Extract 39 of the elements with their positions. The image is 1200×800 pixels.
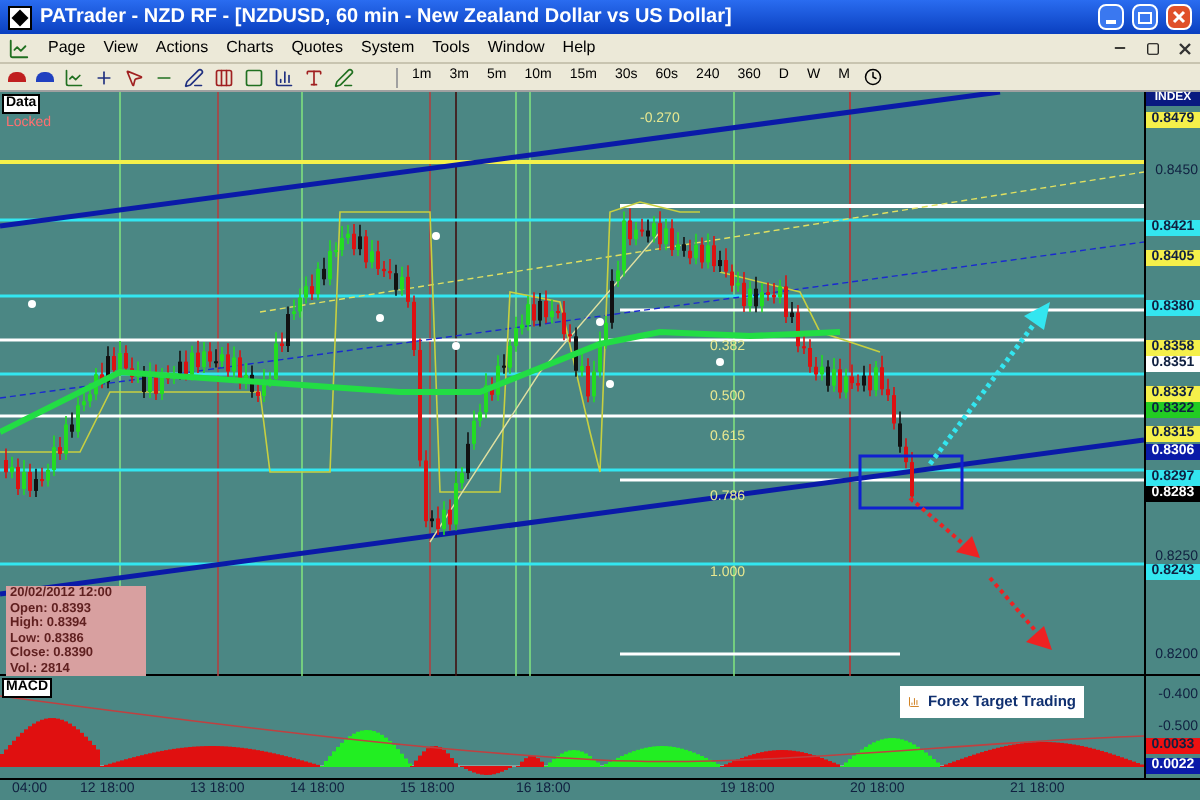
maximize-button[interactable]	[1132, 4, 1158, 30]
brush-icon[interactable]	[334, 67, 354, 87]
cursor-icon[interactable]	[124, 67, 144, 87]
menu-item[interactable]: Charts	[226, 36, 274, 60]
columns-icon[interactable]	[214, 67, 234, 87]
chart-icon	[8, 37, 30, 59]
menu-item[interactable]: Actions	[155, 36, 209, 60]
minimize-button[interactable]	[1098, 4, 1124, 30]
menu-item[interactable]: Window	[487, 36, 545, 60]
window-title: PATrader - NZD RF - [NZDUSD, 60 min - New Zealand Dollar vs US Dollar]	[40, 4, 734, 32]
pivot-dot	[28, 300, 36, 308]
restore-icon[interactable]	[1146, 41, 1160, 55]
text-icon[interactable]	[304, 67, 324, 87]
rectangle-icon[interactable]	[244, 67, 264, 87]
highlight-rectangle	[858, 454, 964, 510]
dotted-arrow	[908, 496, 980, 558]
crosshair-icon[interactable]	[94, 67, 114, 87]
menu-item[interactable]: Tools	[432, 36, 470, 60]
pivot-dot	[716, 358, 724, 366]
line-chart-icon[interactable]	[64, 67, 84, 87]
dotted-arrow	[988, 576, 1052, 650]
close-icon[interactable]	[1178, 41, 1192, 55]
pivot-dot	[596, 318, 604, 326]
pen-icon[interactable]	[184, 67, 204, 87]
menu-item[interactable]: Help	[562, 36, 596, 60]
clock-icon[interactable]	[863, 68, 882, 86]
menu-item[interactable]: Page	[48, 36, 86, 60]
pivot-dot	[432, 232, 440, 240]
bar-chart-icon[interactable]	[274, 67, 294, 87]
pivot-dot	[452, 342, 460, 350]
close-icon	[1172, 10, 1186, 24]
menu-item[interactable]: System	[360, 36, 415, 60]
pivot-dot	[606, 380, 614, 388]
pivot-dot	[376, 314, 384, 322]
menu-item[interactable]: View	[103, 36, 138, 60]
close-button[interactable]	[1166, 4, 1192, 30]
app-logo-icon	[8, 5, 32, 29]
chart-icon	[908, 692, 920, 712]
menu-item[interactable]: Quotes	[291, 36, 343, 60]
